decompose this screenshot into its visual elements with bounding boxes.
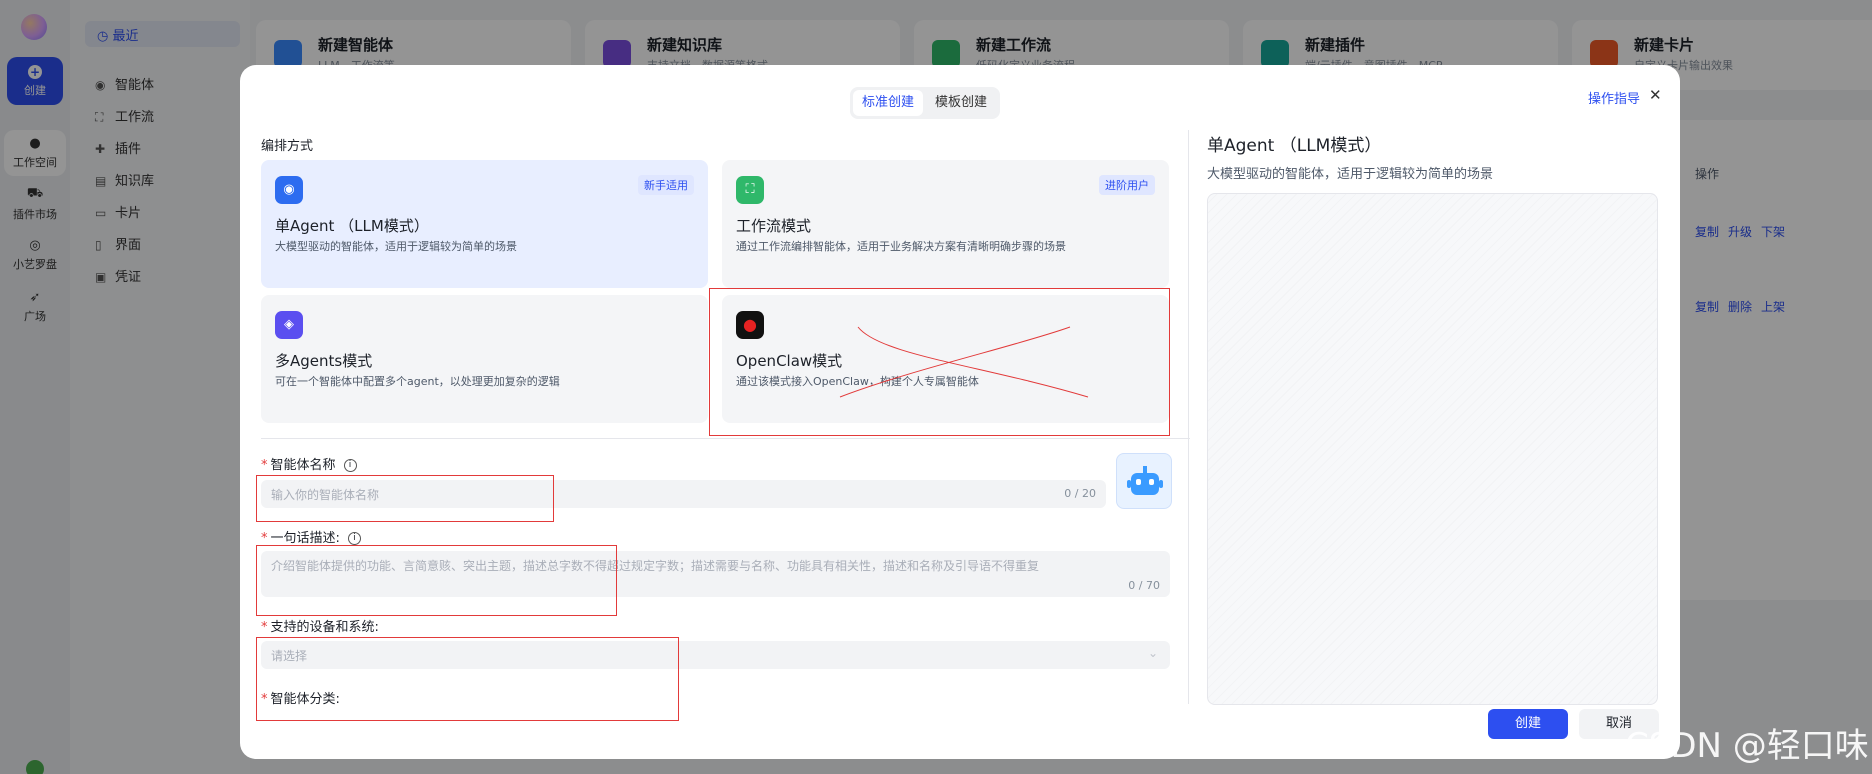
panel-divider (1188, 130, 1189, 704)
create-mode-tabs: 标准创建 模板创建 (850, 87, 1000, 119)
advanced-tag: 进阶用户 (1099, 175, 1155, 195)
mode-title: 工作流模式 (736, 217, 812, 235)
divider (261, 438, 1190, 439)
watermark: CSDN @轻口味 (1625, 726, 1869, 766)
cross-out-annotation (839, 326, 1089, 398)
name-label: * 智能体名称 i (261, 454, 357, 473)
info-icon[interactable]: i (347, 532, 361, 545)
info-icon[interactable]: i (343, 459, 357, 472)
preview-title: 单Agent （LLM模式） (1207, 136, 1382, 156)
mode-desc: 可在一个智能体中配置多个agent，以处理更加复杂的逻辑 (275, 375, 560, 388)
mode-card-single-agent[interactable]: ◉ 新手适用 单Agent （LLM模式） 大模型驱动的智能体，适用于逻辑较为简… (261, 160, 708, 288)
device-label-text: 支持的设备和系统: (270, 620, 379, 635)
mode-card-multi-agents[interactable]: ◈ 多Agents模式 可在一个智能体中配置多个agent，以处理更加复杂的逻辑 (261, 295, 708, 423)
chevron-down-icon: ⌄ (1147, 646, 1158, 660)
name-label-text: 智能体名称 (270, 458, 336, 473)
workflow-icon: ⛶ (736, 176, 764, 204)
robot-avatar-icon (1127, 466, 1163, 495)
create-submit-button[interactable]: 创建 (1488, 709, 1568, 739)
desc-label: * 一句话描述: i (261, 527, 361, 546)
preview-image (1207, 193, 1658, 705)
close-icon[interactable]: ✕ (1649, 86, 1662, 104)
device-label: * 支持的设备和系统: (261, 620, 379, 635)
mode-desc: 大模型驱动的智能体，适用于逻辑较为简单的场景 (275, 240, 517, 253)
annotation-box (256, 545, 617, 616)
annotation-box (256, 475, 554, 522)
desc-label-text: 一句话描述: (270, 531, 340, 546)
beginner-tag: 新手适用 (638, 175, 694, 195)
robot-icon: ◉ (275, 176, 303, 204)
desc-counter: 0 / 70 (1128, 579, 1160, 592)
preview-subtitle: 大模型驱动的智能体，适用于逻辑较为简单的场景 (1207, 167, 1494, 182)
tab-template-create[interactable]: 模板创建 (925, 90, 997, 116)
create-agent-modal: 标准创建 模板创建 操作指导 ✕ 编排方式 ◉ 新手适用 单Agent （LLM… (240, 65, 1680, 759)
mode-title: 单Agent （LLM模式） (275, 217, 429, 235)
name-counter: 0 / 20 (1064, 487, 1096, 500)
mode-card-workflow[interactable]: ⛶ 进阶用户 工作流模式 通过工作流编排智能体，适用于业务解决方案有清晰明确步骤… (722, 160, 1169, 288)
guide-link[interactable]: 操作指导 (1588, 88, 1640, 107)
layers-icon: ◈ (275, 311, 303, 339)
annotation-box (256, 637, 679, 721)
mode-title: 多Agents模式 (275, 352, 373, 370)
mode-desc: 通过工作流编排智能体，适用于业务解决方案有清晰明确步骤的场景 (736, 240, 1066, 253)
agent-avatar[interactable] (1116, 453, 1172, 509)
section-title: 编排方式 (261, 139, 314, 154)
tab-standard-create[interactable]: 标准创建 (853, 90, 923, 116)
